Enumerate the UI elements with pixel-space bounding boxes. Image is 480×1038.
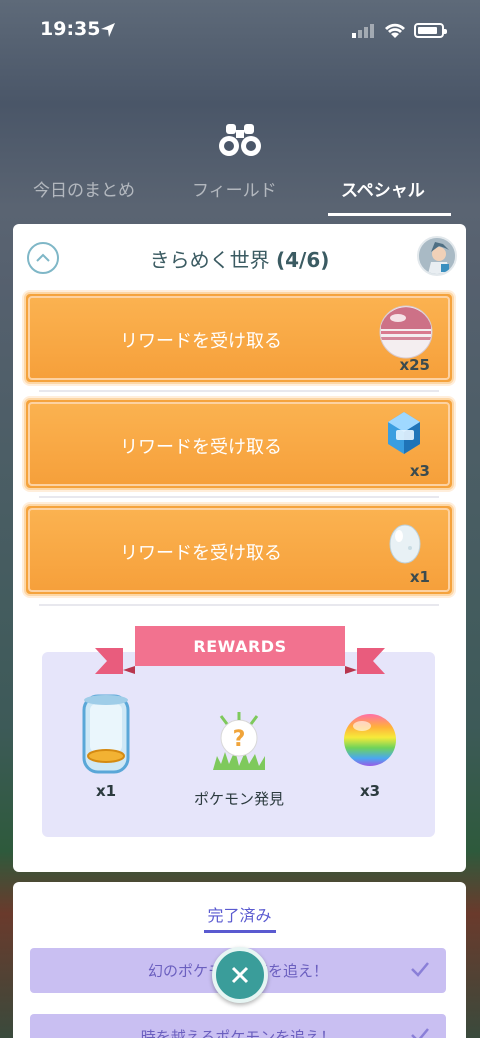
binoculars-icon	[219, 124, 261, 156]
cellular-signal-icon	[352, 24, 374, 38]
star-piece-icon	[388, 412, 420, 454]
divider	[39, 390, 439, 392]
location-arrow-icon	[101, 23, 115, 37]
close-icon	[231, 966, 249, 984]
divider	[39, 604, 439, 606]
claim-reward-label: リワードを受け取る	[120, 331, 282, 352]
svg-text:?: ?	[233, 727, 246, 752]
reward-item-label: x3	[359, 782, 381, 800]
reward-quantity: x3	[409, 462, 430, 480]
tab-today-summary[interactable]: 今日のまとめ	[33, 176, 135, 201]
reward-quantity: x1	[409, 568, 430, 586]
research-tabs: 今日のまとめ フィールド スペシャル	[0, 170, 480, 220]
tab-completed[interactable]: 完了済み	[13, 902, 466, 926]
check-icon	[411, 1028, 429, 1038]
check-icon	[411, 962, 429, 977]
claim-reward-button-2[interactable]: リワードを受け取る x3	[24, 398, 454, 490]
task-label: 時を越えるポケモンを追え！	[140, 1028, 336, 1038]
research-title-text: きらめく世界	[149, 248, 270, 272]
reward-item-incubator: x1	[76, 690, 136, 800]
tab-special[interactable]: スペシャル	[341, 176, 425, 201]
close-button[interactable]	[212, 947, 268, 1003]
research-progress: (4/6)	[275, 248, 330, 272]
rainbow-candy-icon	[344, 714, 396, 766]
special-research-card: きらめく世界 (4/6) リワードを受け取る x25 リワードを受け取る x3 …	[13, 224, 466, 872]
reward-item-label: x1	[95, 782, 117, 800]
reward-item-pokemon-encounter: ? ポケモン発見	[184, 708, 294, 809]
battery-icon	[414, 23, 447, 38]
reward-quantity: x25	[399, 356, 430, 374]
claim-reward-label: リワードを受け取る	[120, 437, 282, 458]
active-tab-indicator	[328, 213, 451, 216]
reward-item-rare-candy: x3	[340, 708, 400, 800]
final-rewards-box: x1 ? ポケモン発見 x3	[42, 652, 435, 837]
tab-field[interactable]: フィールド	[192, 176, 277, 201]
reward-item-label: ポケモン発見	[193, 790, 284, 808]
completed-tab-indicator	[204, 930, 276, 933]
claim-reward-button-1[interactable]: リワードを受け取る x25	[24, 292, 454, 384]
completed-task-2[interactable]: 時を越えるポケモンを追え！	[30, 1014, 446, 1038]
research-title: きらめく世界 (4/6)	[13, 244, 466, 273]
wifi-icon	[385, 23, 405, 38]
egg-icon	[389, 524, 421, 564]
card-header: きらめく世界 (4/6)	[13, 224, 466, 286]
incubator-icon	[82, 694, 130, 774]
mystery-pokemon-icon: ?	[213, 712, 265, 770]
divider	[39, 496, 439, 498]
professor-avatar[interactable]	[417, 236, 457, 276]
claim-reward-button-3[interactable]: リワードを受け取る x1	[24, 504, 454, 596]
status-bar: 19:35	[0, 0, 480, 62]
premier-ball-icon	[379, 305, 433, 359]
rewards-banner: REWARDS	[95, 626, 385, 678]
status-time: 19:35	[40, 18, 101, 40]
claim-reward-label: リワードを受け取る	[120, 543, 282, 564]
rewards-banner-label: REWARDS	[193, 637, 287, 656]
